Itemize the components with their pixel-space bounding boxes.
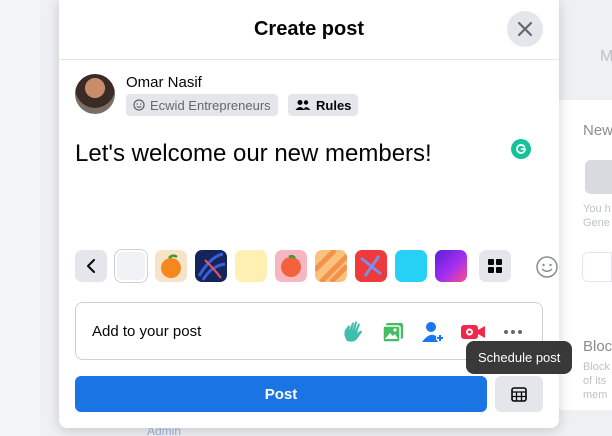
swatch-white[interactable] bbox=[115, 250, 147, 282]
group-smile-icon bbox=[133, 99, 145, 111]
swatch-orange-stripes[interactable] bbox=[315, 250, 347, 282]
grammarly-icon[interactable] bbox=[511, 139, 531, 159]
post-button[interactable]: Post bbox=[75, 376, 487, 412]
swatch-peach-fruit[interactable] bbox=[275, 250, 307, 282]
swatch-purple-gradient[interactable] bbox=[435, 250, 467, 282]
dialog-header: Create post bbox=[59, 0, 559, 60]
background-note: You h Gene bbox=[583, 203, 611, 229]
group-chip[interactable]: Ecwid Entrepreneurs bbox=[126, 94, 278, 116]
schedule-post-tooltip: Schedule post bbox=[466, 341, 573, 374]
grid-icon bbox=[488, 259, 502, 273]
people-icon bbox=[295, 99, 311, 111]
tag-people-icon[interactable] bbox=[418, 317, 448, 347]
background-collapse-button[interactable] bbox=[75, 250, 107, 282]
background-thumbnail bbox=[585, 160, 612, 194]
background-heading: New bbox=[583, 122, 612, 139]
close-icon bbox=[517, 21, 533, 37]
chevron-left-icon bbox=[87, 259, 95, 273]
author-name[interactable]: Omar Nasif bbox=[126, 74, 202, 91]
rules-label: Rules bbox=[316, 97, 352, 113]
background-block-desc: Block of its mem bbox=[583, 361, 610, 401]
background-left-panel bbox=[0, 0, 40, 436]
swatch-pale-yellow[interactable] bbox=[235, 250, 267, 282]
background-block-heading: Bloc bbox=[583, 338, 612, 355]
swatch-navy-leaves[interactable] bbox=[195, 250, 227, 282]
add-to-post-label: Add to your post bbox=[92, 323, 202, 340]
wave-hand-icon[interactable] bbox=[338, 317, 368, 347]
schedule-post-button[interactable] bbox=[495, 376, 543, 412]
group-chip-label: Ecwid Entrepreneurs bbox=[150, 97, 271, 113]
swatch-cyan[interactable] bbox=[395, 250, 427, 282]
rules-button[interactable]: Rules bbox=[288, 94, 359, 116]
close-button[interactable] bbox=[507, 11, 543, 47]
background-tab-text-2: M bbox=[600, 48, 612, 65]
calendar-icon bbox=[511, 387, 527, 402]
avatar[interactable] bbox=[75, 74, 115, 114]
more-backgrounds-button[interactable] bbox=[479, 250, 511, 282]
photo-video-icon[interactable] bbox=[378, 317, 408, 347]
post-text-input[interactable]: Let's welcome our new members! bbox=[75, 140, 432, 168]
background-button bbox=[582, 252, 612, 282]
emoji-icon[interactable] bbox=[535, 255, 559, 284]
swatch-red-pattern[interactable] bbox=[355, 250, 387, 282]
swatch-orange-fruit[interactable] bbox=[155, 250, 187, 282]
dialog-title: Create post bbox=[253, 18, 365, 40]
